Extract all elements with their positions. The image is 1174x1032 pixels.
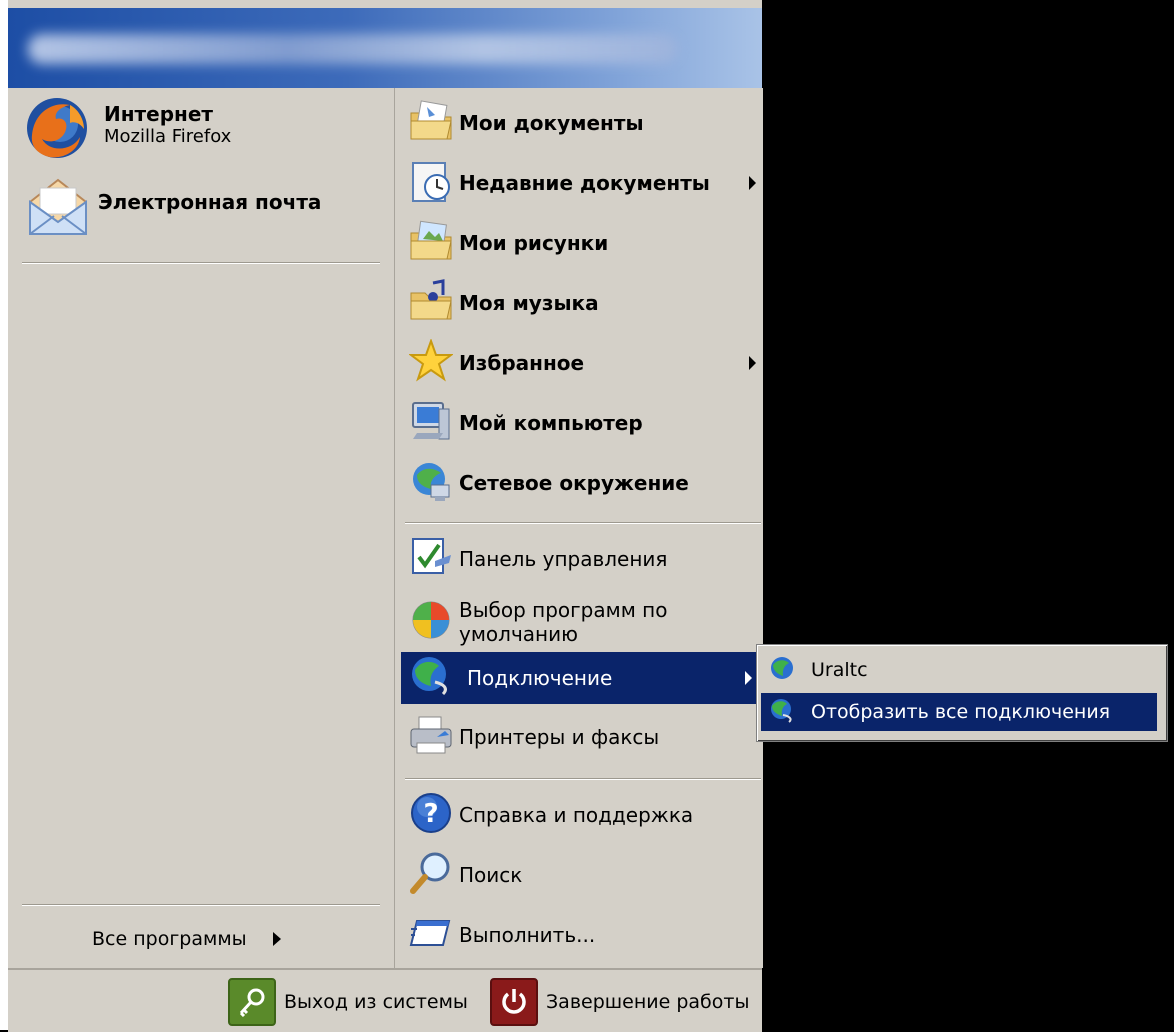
places-panel: Мои документы Недавние документы Мои рис…: [394, 88, 763, 968]
places-network-label: Сетевое окружение: [459, 471, 689, 495]
control-panel-icon: [409, 535, 453, 583]
help-run[interactable]: Выполнить...: [409, 912, 757, 958]
favorites-star-icon: [408, 338, 454, 387]
help-search-label: Поиск: [459, 863, 523, 887]
pinned-internet-label: Интернет: [104, 102, 214, 126]
all-programs-button[interactable]: Все программы: [92, 924, 281, 954]
network-icon: [409, 459, 453, 507]
places-my-music[interactable]: Моя музыка: [409, 279, 757, 327]
help-search[interactable]: Поиск: [409, 852, 757, 898]
help-support-label: Справка и поддержка: [459, 803, 694, 827]
printer-icon: [409, 713, 453, 761]
help-icon: ?: [409, 791, 453, 839]
pinned-email[interactable]: Электронная почта: [26, 176, 321, 242]
my-music-icon: [409, 279, 453, 327]
all-programs-arrow-icon: [272, 932, 281, 946]
user-header: [8, 8, 762, 88]
all-programs-label: Все программы: [92, 928, 247, 950]
recent-documents-icon: [409, 159, 453, 207]
settings-connect[interactable]: Подключение: [401, 652, 761, 704]
places-my-music-label: Моя музыка: [459, 291, 599, 315]
settings-default-programs-label-2: умолчанию: [459, 622, 578, 646]
places-favorites-label: Избранное: [459, 351, 585, 375]
shutdown-label: Завершение работы: [546, 991, 750, 1013]
submenu-uraltc-label: Uraltc: [811, 659, 868, 681]
places-my-documents[interactable]: Мои документы: [409, 100, 757, 146]
help-run-label: Выполнить...: [459, 923, 596, 947]
my-computer-icon: [409, 399, 453, 447]
connect-arrow-icon: [745, 671, 752, 685]
settings-control-panel[interactable]: Панель управления: [409, 536, 757, 582]
pinned-programs-panel: Интернет Mozilla Firefox Электронная поч…: [8, 88, 394, 968]
my-pictures-icon: [409, 219, 453, 267]
places-my-computer-label: Мой компьютер: [459, 411, 643, 435]
submenu-show-all-connections[interactable]: Отобразить все подключения: [761, 693, 1157, 731]
footer-bar: Выход из системы Завершение работы: [8, 968, 762, 1032]
left-separator-bottom: [22, 904, 380, 906]
menu-border: [0, 0, 8, 1030]
logoff-button[interactable]: Выход из системы: [228, 978, 468, 1026]
power-icon: [490, 978, 538, 1026]
submenu-uraltc[interactable]: Uraltc: [761, 651, 1157, 689]
search-magnifier-icon: [409, 851, 453, 899]
logoff-label: Выход из системы: [284, 991, 468, 1013]
firefox-icon: [24, 95, 90, 165]
recent-documents-arrow-icon: [749, 176, 756, 190]
places-my-pictures-label: Мои рисунки: [459, 231, 609, 255]
places-recent-documents-label: Недавние документы: [459, 171, 710, 195]
pinned-internet-sublabel: Mozilla Firefox: [104, 126, 232, 147]
settings-connect-label: Подключение: [467, 666, 613, 690]
settings-printers[interactable]: Принтеры и факсы: [409, 714, 757, 760]
key-icon: [228, 978, 276, 1026]
svg-text:?: ?: [423, 799, 438, 829]
submenu-show-all-label: Отобразить все подключения: [811, 701, 1111, 723]
pinned-email-label: Электронная почта: [98, 190, 322, 214]
shutdown-button[interactable]: Завершение работы: [490, 978, 749, 1026]
left-separator-top: [22, 262, 380, 264]
places-my-computer[interactable]: Мой компьютер: [409, 400, 757, 446]
settings-control-panel-label: Панель управления: [459, 547, 668, 571]
settings-default-programs-label: Выбор программ по: [459, 598, 668, 622]
my-documents-icon: [409, 99, 453, 147]
right-separator-1: [405, 522, 761, 524]
email-icon: [26, 176, 90, 242]
right-separator-2: [405, 778, 761, 780]
settings-printers-label: Принтеры и факсы: [459, 725, 660, 749]
connect-submenu: Uraltc Отобразить все подключения: [756, 644, 1168, 742]
pinned-internet[interactable]: Интернет Mozilla Firefox: [24, 96, 231, 164]
settings-default-programs[interactable]: Выбор программ по умолчанию: [409, 592, 757, 652]
places-my-documents-label: Мои документы: [459, 111, 644, 135]
globe-icon: [769, 655, 795, 686]
connect-globe-icon: [409, 654, 453, 702]
places-network[interactable]: Сетевое окружение: [409, 460, 757, 506]
default-programs-icon: [409, 598, 453, 646]
places-my-pictures[interactable]: Мои рисунки: [409, 220, 757, 266]
blurred-user-name: [28, 34, 678, 64]
places-favorites[interactable]: Избранное: [408, 338, 757, 387]
help-support[interactable]: ? Справка и поддержка: [409, 792, 757, 838]
run-icon: [409, 911, 453, 959]
globe-connection-icon: [769, 697, 795, 728]
places-recent-documents[interactable]: Недавние документы: [409, 160, 757, 206]
favorites-arrow-icon: [749, 356, 756, 370]
start-menu: Интернет Mozilla Firefox Электронная поч…: [0, 0, 763, 1032]
